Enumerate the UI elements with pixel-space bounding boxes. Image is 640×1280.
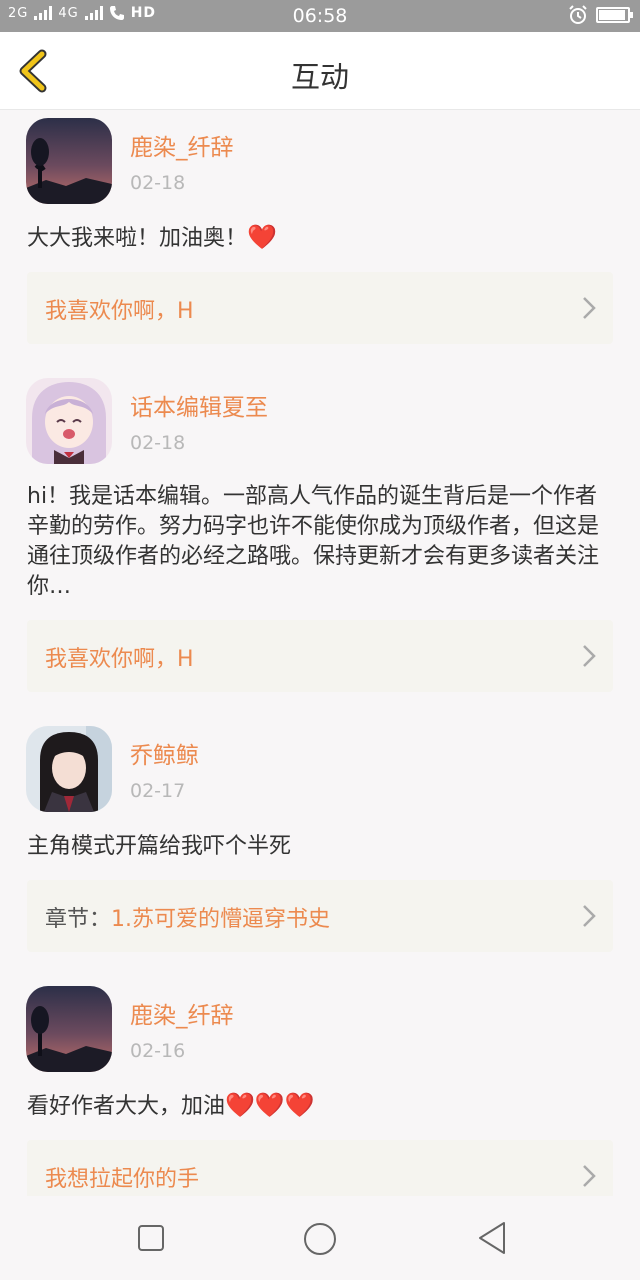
comment-date: 02-18 <box>130 432 186 454</box>
comment-date: 02-16 <box>130 1040 186 1062</box>
system-nav-bar <box>0 1196 640 1280</box>
comment-text: 看好作者大大，加油 <box>27 1094 226 1119</box>
link-card-text: 我想拉起你的手 <box>45 1161 199 1193</box>
status-right <box>568 5 633 25</box>
link-card-text: 章节：1.苏可爱的懵逼穿书史 <box>45 901 330 933</box>
back-nav-button[interactable] <box>476 1220 508 1256</box>
avatar[interactable] <box>26 986 112 1072</box>
recent-apps-button[interactable] <box>137 1224 165 1252</box>
comment-date: 02-17 <box>130 780 186 802</box>
page-title: 互动 <box>290 60 349 94</box>
comment-author[interactable]: 鹿染_纤辞 <box>130 996 234 1030</box>
link-title: 1.苏可爱的懵逼穿书史 <box>111 907 331 932</box>
comment-content: 主角模式开篇给我吓个半死 <box>27 834 292 859</box>
comment-content: 看好作者大大，加油❤️❤️❤️ <box>27 1090 607 1122</box>
link-title: 我喜欢你啊，H <box>45 299 194 324</box>
chapter-link-card[interactable]: 我喜欢你啊，H <box>27 620 613 692</box>
link-title: 我想拉起你的手 <box>45 1167 200 1192</box>
avatar[interactable] <box>26 726 112 812</box>
chevron-right-icon <box>583 645 596 667</box>
avatar-image <box>26 726 112 812</box>
link-card-text: 我喜欢你啊，H <box>45 641 194 673</box>
comment-author[interactable]: 乔鲸鲸 <box>130 736 199 770</box>
comment-author[interactable]: 话本编辑夏至 <box>130 388 268 422</box>
status-time: 06:58 <box>292 5 348 27</box>
link-card-text: 我喜欢你啊，H <box>45 293 194 325</box>
heart-emoji: ❤️❤️❤️ <box>225 1091 315 1119</box>
avatar-image <box>26 986 112 1072</box>
avatar-image <box>26 378 112 464</box>
comment-content: hi！我是话本编辑。一部高人气作品的诞生背后是一个作者辛勤的劳作。努力码字也许不… <box>27 484 600 599</box>
comment-list[interactable]: 鹿染_纤辞 02-18 大大我来啦！加油奥！❤️ 我喜欢你啊，H 话本编辑夏至 … <box>0 110 640 1196</box>
comment-date: 02-18 <box>130 172 186 194</box>
link-title: 我喜欢你啊，H <box>45 647 194 672</box>
avatar[interactable] <box>26 378 112 464</box>
comment-text: 大大我来啦！加油奥！ <box>27 226 248 251</box>
chapter-link-card[interactable]: 我想拉起你的手 <box>27 1140 613 1196</box>
chevron-right-icon <box>583 905 596 927</box>
heart-emoji: ❤️ <box>247 223 277 251</box>
link-prefix: 章节： <box>45 907 112 932</box>
avatar[interactable] <box>26 118 112 204</box>
comment-content: 大大我来啦！加油奥！❤️ <box>27 222 607 254</box>
chevron-right-icon <box>583 297 596 319</box>
status-bar: 2G 4G HD 06:58 <box>0 0 640 32</box>
avatar-image <box>26 118 112 204</box>
battery-icon <box>596 7 633 23</box>
chevron-right-icon <box>583 1165 596 1187</box>
home-button[interactable] <box>302 1221 338 1257</box>
alarm-icon <box>569 5 587 24</box>
chapter-link-card[interactable]: 我喜欢你啊，H <box>27 272 613 344</box>
top-bar: 互动 <box>0 32 640 110</box>
comment-author[interactable]: 鹿染_纤辞 <box>130 128 234 162</box>
chapter-link-card[interactable]: 章节：1.苏可爱的懵逼穿书史 <box>27 880 613 952</box>
